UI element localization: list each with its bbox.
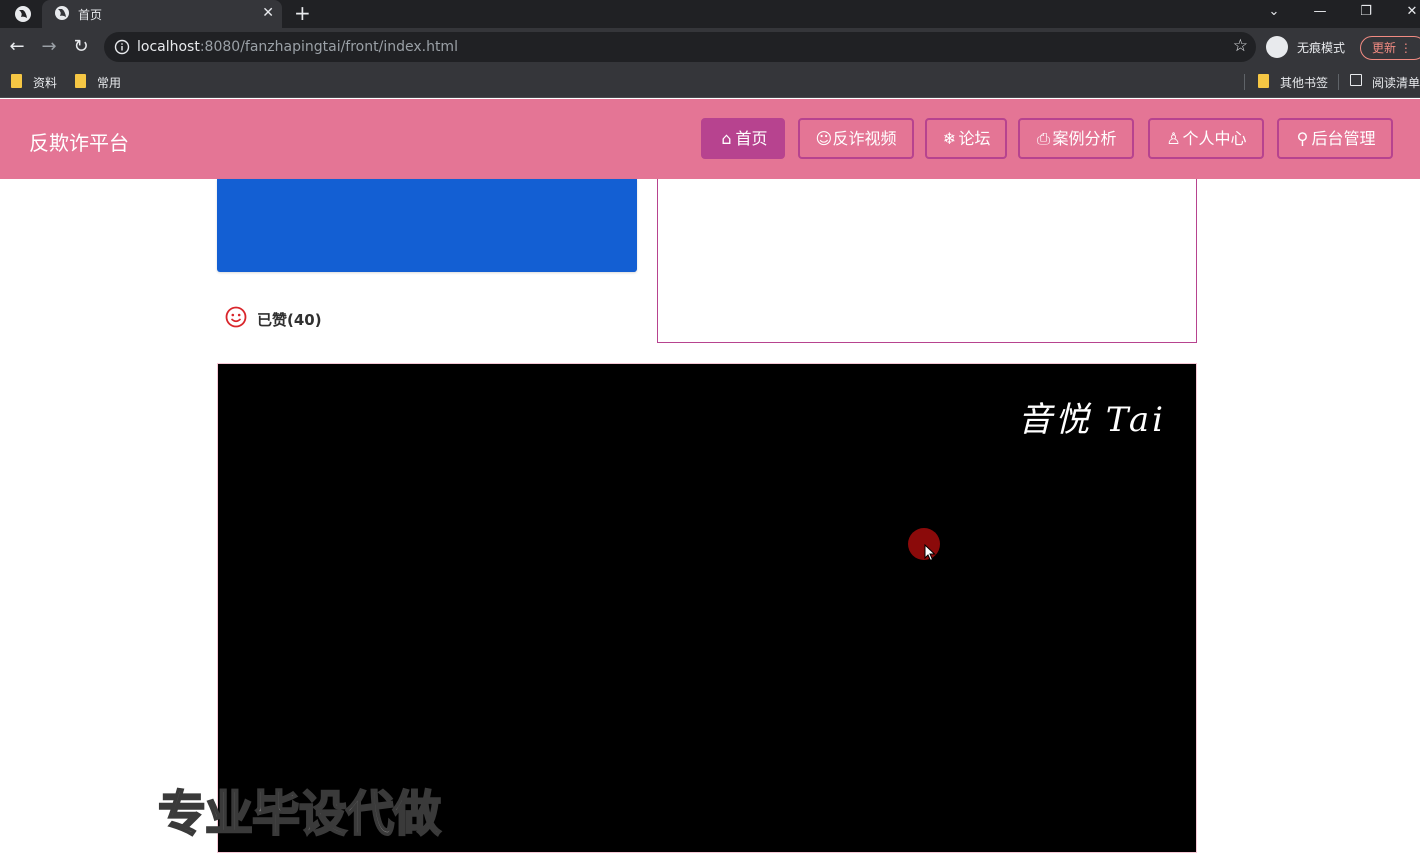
site-brand[interactable]: 反欺诈平台 — [29, 127, 129, 156]
nav-forum[interactable]: ❄ 论坛 — [925, 118, 1007, 159]
url-path: :8080/fanzhapingtai/front/index.html — [199, 39, 458, 55]
nav-label: 首页 — [735, 129, 768, 148]
blue-cover-card[interactable] — [217, 179, 637, 272]
browser-tab-active[interactable]: 首页 ✕ — [42, 0, 282, 28]
window-close-icon[interactable]: ✕ — [1392, 0, 1420, 28]
tab-title: 首页 — [78, 8, 103, 22]
globe-icon[interactable] — [14, 5, 32, 23]
nav-label: 反诈视频 — [832, 129, 897, 148]
nav-label: 个人中心 — [1182, 129, 1247, 148]
bookmark-star-icon[interactable]: ☆ — [1233, 36, 1248, 56]
back-icon[interactable]: ← — [7, 37, 27, 57]
forward-icon[interactable]: → — [39, 37, 59, 57]
info-icon[interactable] — [114, 39, 130, 55]
folder-icon — [11, 74, 22, 88]
url-host: localhost — [137, 39, 200, 55]
home-icon: ⌂ — [721, 129, 732, 148]
folder-icon — [1258, 74, 1269, 88]
tab-search-icon[interactable]: ⌄ — [1254, 0, 1294, 28]
restore-icon[interactable]: ❐ — [1346, 0, 1386, 28]
update-button[interactable]: 更新 ⋮ — [1360, 36, 1420, 60]
incognito-icon — [1266, 36, 1288, 58]
nav-label: 后台管理 — [1311, 129, 1376, 148]
site-header: 反欺诈平台 ⌂ 首页 ☺反诈视频 ❄ 论坛 ⎙ 案例分析 ♙ 个人中心 ⚲ 后台管理 — [0, 99, 1420, 179]
incognito-label: 无痕模式 — [1297, 41, 1346, 55]
smile-icon — [225, 306, 247, 328]
nav-label: 案例分析 — [1052, 129, 1117, 148]
reading-list-icon — [1350, 74, 1362, 86]
mouse-cursor-icon — [924, 544, 936, 562]
minimize-icon[interactable]: — — [1300, 0, 1340, 28]
nav-personal-center[interactable]: ♙ 个人中心 — [1148, 118, 1264, 159]
close-icon[interactable]: ✕ — [262, 4, 274, 22]
bookmark-label: 常用 — [97, 76, 122, 90]
update-label: 更新 — [1372, 41, 1397, 55]
nav-home[interactable]: ⌂ 首页 — [701, 118, 785, 159]
nav-label: 论坛 — [958, 129, 991, 148]
address-bar[interactable]: localhost:8080/fanzhapingtai/front/index… — [104, 32, 1256, 62]
browser-tab-bar: 首页 ✕ + ⌄ — ❐ ✕ — [0, 0, 1420, 28]
url-text: localhost:8080/fanzhapingtai/front/index… — [137, 39, 458, 55]
nav-case-analysis[interactable]: ⎙ 案例分析 — [1018, 118, 1134, 159]
bookmark-divider — [1244, 74, 1245, 90]
video-icon: ☺ — [815, 129, 833, 148]
printer-icon: ⎙ — [1037, 129, 1050, 148]
browser-toolbar: ← → ↻ localhost:8080/fanzhapingtai/front… — [0, 28, 1420, 66]
globe-icon — [55, 6, 69, 20]
bookmarks-bar: 资料 常用 其他书签 阅读清单 — [0, 66, 1420, 98]
reload-icon[interactable]: ↻ — [71, 37, 91, 57]
snowflake-icon: ❄ — [942, 129, 957, 148]
detail-panel — [657, 179, 1197, 343]
bookmark-label: 阅读清单 — [1372, 76, 1420, 90]
folder-icon — [75, 74, 86, 88]
user-icon: ♙ — [1166, 129, 1181, 148]
bookmark-divider — [1338, 74, 1339, 90]
like-count: 已赞(40) — [257, 311, 322, 329]
link-icon: ⚲ — [1296, 129, 1309, 148]
video-watermark: 音悦 Tai — [1018, 400, 1166, 440]
bookmark-label: 其他书签 — [1280, 76, 1329, 90]
nav-admin[interactable]: ⚲ 后台管理 — [1277, 118, 1393, 159]
bookmark-label: 资料 — [33, 76, 58, 90]
new-tab-icon[interactable]: + — [294, 2, 311, 24]
overlay-watermark-text: 专业毕设代做 — [157, 785, 442, 843]
nav-video[interactable]: ☺反诈视频 — [798, 118, 914, 159]
